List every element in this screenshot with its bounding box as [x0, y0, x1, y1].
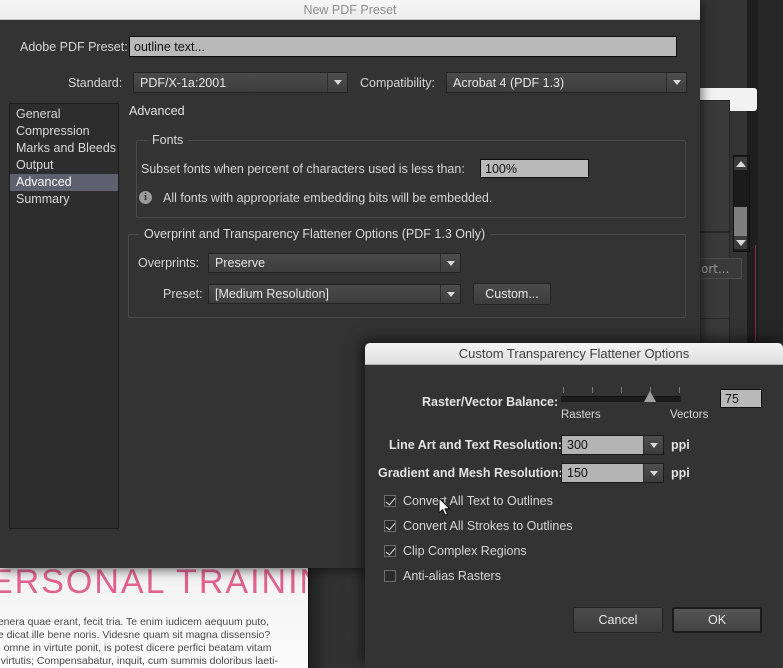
- modal-title: Custom Transparency Flattener Options: [458, 346, 690, 361]
- custom-transparency-flattener-dialog: Custom Transparency Flattener Options Ra…: [365, 343, 783, 668]
- dialog-titlebar: New PDF Preset: [0, 0, 700, 20]
- subset-fonts-value: 100%: [485, 161, 517, 176]
- slider-thumb[interactable]: [644, 391, 656, 402]
- subset-fonts-label: Subset fonts when percent of characters …: [141, 162, 465, 176]
- overprint-group: Overprint and Transparency Flattener Opt…: [128, 227, 686, 318]
- checkbox-icon[interactable]: [384, 520, 396, 532]
- fonts-info-text: All fonts with appropriate embedding bit…: [163, 191, 493, 205]
- screen: ort... ERSONAL TRAINING genera quae eran…: [0, 0, 783, 668]
- slider-tick: [679, 387, 680, 393]
- adobe-pdf-preset-value: outline text...: [134, 39, 205, 54]
- checkbox-clip-complex-regions[interactable]: Clip Complex Regions: [384, 544, 527, 558]
- overprints-select[interactable]: Preserve: [208, 253, 461, 273]
- checkbox-icon[interactable]: [384, 495, 396, 507]
- flattener-preset-select[interactable]: [Medium Resolution]: [208, 284, 461, 304]
- document-heading: ERSONAL TRAINING: [0, 568, 308, 601]
- slider-tick: [563, 387, 564, 393]
- slider-max-label: Vectors: [670, 409, 709, 421]
- compatibility-value: Acrobat 4 (PDF 1.3): [453, 75, 565, 90]
- custom-button[interactable]: Custom...: [473, 283, 551, 305]
- raster-vector-balance-label: Raster/Vector Balance:: [422, 395, 559, 409]
- document-shadow: [308, 568, 328, 668]
- sidebar-item-marks-and-bleeds[interactable]: Marks and Bleeds: [10, 140, 118, 157]
- slider-min-label: Rasters: [561, 409, 601, 421]
- background-export-button[interactable]: ort...: [694, 258, 742, 279]
- scroll-up-arrow-icon[interactable]: [734, 157, 747, 170]
- standard-label: Standard:: [68, 76, 123, 90]
- raster-vector-balance-value: 75: [725, 391, 739, 406]
- checkbox-label: Convert All Strokes to Outlines: [403, 519, 573, 533]
- panel-heading: Advanced: [129, 104, 185, 118]
- overprint-group-title: Overprint and Transparency Flattener Opt…: [139, 227, 491, 241]
- checkbox-label: Clip Complex Regions: [403, 544, 527, 558]
- line-art-resolution-unit: ppi: [671, 438, 690, 452]
- chevron-down-icon[interactable]: [327, 73, 347, 92]
- checkbox-convert-all-text-to-outlines[interactable]: Convert All Text to Outlines: [384, 494, 553, 508]
- sidebar-item-output[interactable]: Output: [10, 157, 118, 174]
- line-art-resolution-label: Line Art and Text Resolution:: [389, 438, 562, 452]
- gradient-mesh-resolution-unit: ppi: [671, 466, 690, 480]
- checkbox-icon[interactable]: [384, 570, 396, 582]
- slider-tick: [621, 387, 622, 393]
- adobe-pdf-preset-label: Adobe PDF Preset:: [20, 40, 128, 54]
- sidebar-item-general[interactable]: General: [10, 106, 118, 123]
- chevron-down-icon[interactable]: [643, 436, 663, 454]
- checkbox-anti-alias-rasters[interactable]: Anti-alias Rasters: [384, 569, 501, 583]
- line-art-resolution-select[interactable]: 300: [561, 435, 664, 455]
- document-body-text: genera quae erant, fecit tria. Te enim i…: [0, 616, 278, 667]
- chevron-down-icon[interactable]: [440, 285, 460, 303]
- subset-fonts-input[interactable]: 100%: [480, 159, 589, 178]
- cancel-button[interactable]: Cancel: [573, 607, 663, 633]
- sidebar-item-summary[interactable]: Summary: [10, 191, 118, 208]
- checkbox-label: Anti-alias Rasters: [403, 569, 501, 583]
- adobe-pdf-preset-input[interactable]: outline text...: [129, 36, 677, 57]
- checkbox-convert-all-strokes-to-outlines[interactable]: Convert All Strokes to Outlines: [384, 519, 573, 533]
- sidebar-item-compression[interactable]: Compression: [10, 123, 118, 140]
- fonts-group-title: Fonts: [147, 133, 189, 147]
- chevron-down-icon[interactable]: [666, 73, 686, 92]
- checkbox-icon[interactable]: [384, 545, 396, 557]
- gradient-mesh-resolution-value: 150: [567, 466, 588, 480]
- slider-tick: [592, 387, 593, 393]
- chevron-down-icon[interactable]: [643, 464, 663, 482]
- settings-category-list[interactable]: General Compression Marks and Bleeds Out…: [9, 103, 119, 529]
- raster-vector-balance-input[interactable]: 75: [720, 389, 762, 408]
- fonts-group: Fonts: [136, 133, 686, 218]
- dialog-title: New PDF Preset: [303, 2, 397, 17]
- sidebar-item-advanced[interactable]: Advanced: [10, 174, 118, 191]
- compatibility-label: Compatibility:: [360, 76, 436, 90]
- standard-select[interactable]: PDF/X-1a:2001: [133, 72, 348, 93]
- flattener-preset-label: Preset:: [163, 287, 203, 301]
- slider-track[interactable]: [561, 396, 681, 402]
- line-art-resolution-value: 300: [567, 438, 588, 452]
- gradient-mesh-resolution-select[interactable]: 150: [561, 463, 664, 483]
- document-page: ERSONAL TRAINING genera quae erant, feci…: [0, 568, 309, 668]
- scroll-down-arrow-icon[interactable]: [734, 236, 747, 249]
- overprints-value: Preserve: [215, 256, 266, 270]
- checkbox-label: Convert All Text to Outlines: [403, 494, 553, 508]
- compatibility-select[interactable]: Acrobat 4 (PDF 1.3): [446, 72, 687, 93]
- gradient-mesh-resolution-label: Gradient and Mesh Resolution:: [378, 466, 563, 480]
- ok-button[interactable]: OK: [672, 607, 762, 633]
- raster-vector-balance-slider[interactable]: [561, 387, 687, 407]
- chevron-down-icon[interactable]: [440, 254, 460, 272]
- flattener-preset-value: [Medium Resolution]: [215, 287, 329, 301]
- modal-titlebar: Custom Transparency Flattener Options: [365, 343, 783, 365]
- overprints-label: Overprints:: [138, 256, 200, 270]
- info-icon: i: [139, 191, 152, 204]
- standard-value: PDF/X-1a:2001: [140, 75, 227, 90]
